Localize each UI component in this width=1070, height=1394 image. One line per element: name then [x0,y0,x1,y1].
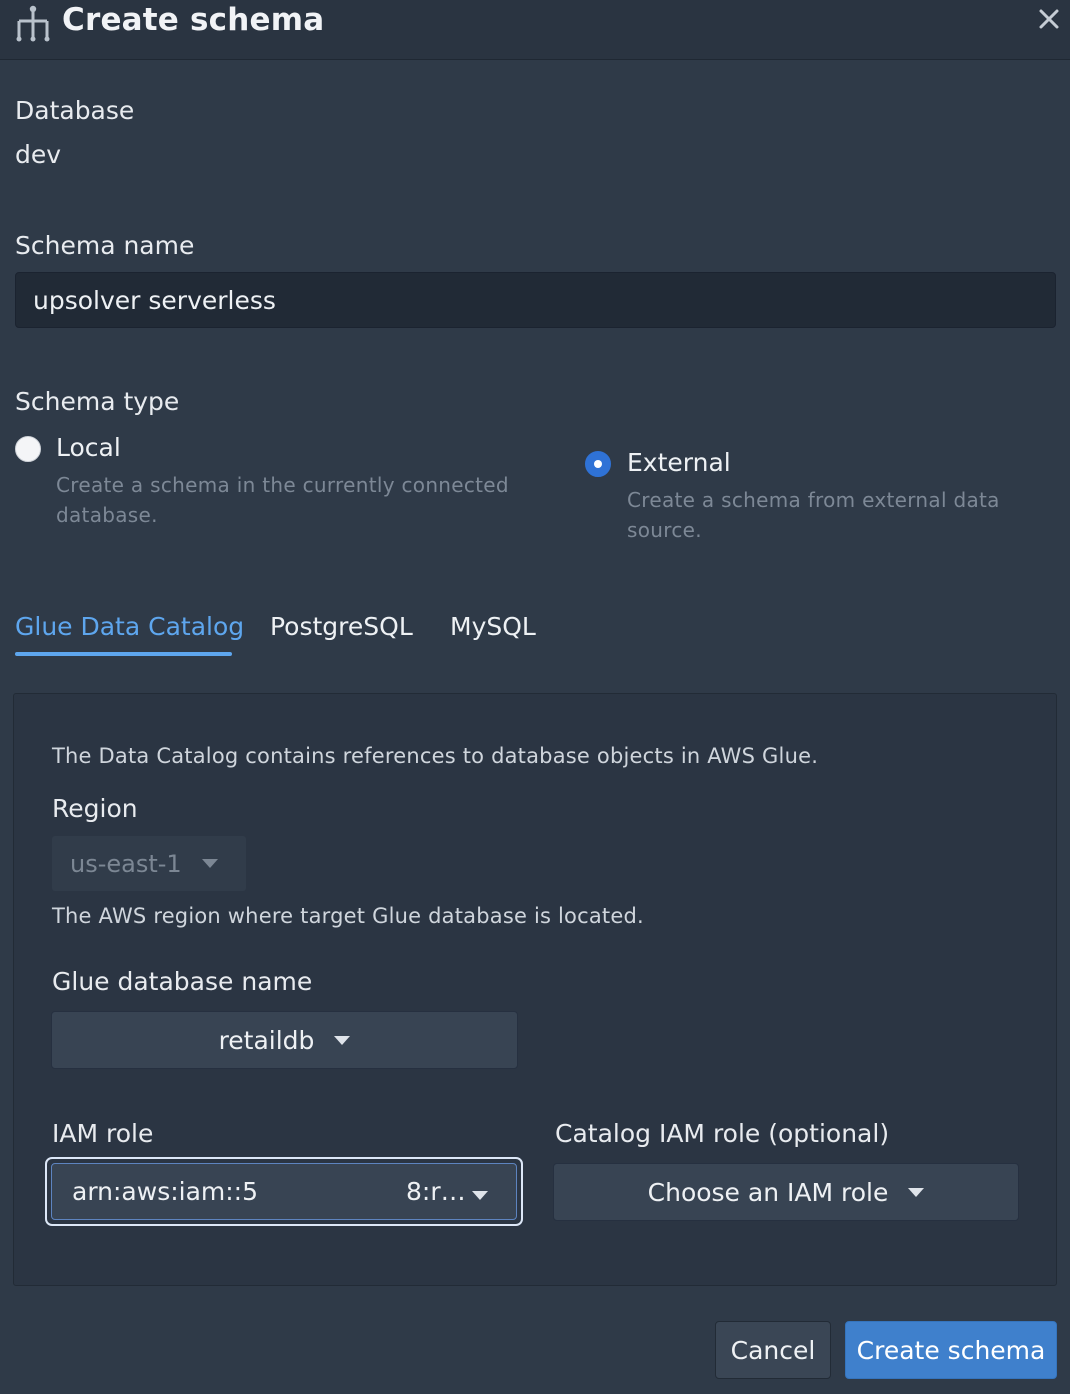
catalog-iam-role-select[interactable]: Choose an IAM role [553,1163,1019,1221]
close-icon [1039,9,1059,29]
iam-role-value-prefix: arn:aws:iam::5 [72,1177,259,1206]
create-schema-button[interactable]: Create schema [845,1321,1057,1379]
iam-role-select[interactable]: arn:aws:iam::5 8:r… [45,1157,523,1226]
redacted-area [258,1178,407,1205]
radio-external-description: Create a schema from external data sourc… [627,488,1000,542]
region-label: Region [52,794,138,823]
iam-role-label: IAM role [52,1119,154,1148]
schema-type-label: Schema type [15,387,180,416]
database-value: dev [15,140,62,169]
radio-option-external[interactable]: External Create a schema from external d… [585,448,1045,551]
radio-external-title: External [627,448,731,477]
iam-role-select-inner: arn:aws:iam::5 8:r… [51,1163,517,1220]
glue-description: The Data Catalog contains references to … [52,744,819,768]
catalog-iam-role-placeholder: Choose an IAM role [647,1177,889,1207]
active-tab-indicator [15,652,232,656]
schema-tree-icon [16,5,50,42]
glue-database-value: retaildb [218,1025,315,1055]
chevron-down-icon [201,859,218,868]
radio-external[interactable] [585,451,611,477]
create-schema-dialog: Create schema Database dev Schema name S… [0,0,1070,1394]
radio-local-title: Local [56,433,121,462]
database-label: Database [15,96,135,125]
cancel-button[interactable]: Cancel [715,1321,831,1379]
region-help-text: The AWS region where target Glue databas… [52,904,644,928]
catalog-iam-role-label: Catalog IAM role (optional) [555,1119,890,1148]
chevron-down-icon [908,1187,925,1197]
tab-glue-data-catalog[interactable]: Glue Data Catalog [15,612,244,641]
tab-postgresql[interactable]: PostgreSQL [270,612,413,641]
chevron-down-icon [472,1191,488,1200]
close-button[interactable] [1032,2,1066,36]
radio-local[interactable] [15,436,41,462]
chevron-down-icon [334,1035,351,1045]
tab-mysql[interactable]: MySQL [450,612,536,641]
glue-database-select[interactable]: retaildb [51,1011,518,1069]
glue-database-label: Glue database name [52,967,313,996]
region-value: us-east-1 [70,849,182,878]
dialog-header: Create schema [0,0,1070,60]
iam-role-value-suffix: 8:r… [406,1177,466,1206]
region-select: us-east-1 [52,836,246,891]
radio-option-local[interactable]: Local Create a schema in the currently c… [15,433,535,536]
schema-name-input[interactable] [15,272,1056,328]
schema-name-label: Schema name [15,231,195,260]
radio-local-description: Create a schema in the currently connect… [56,473,509,527]
dialog-title: Create schema [62,2,325,38]
